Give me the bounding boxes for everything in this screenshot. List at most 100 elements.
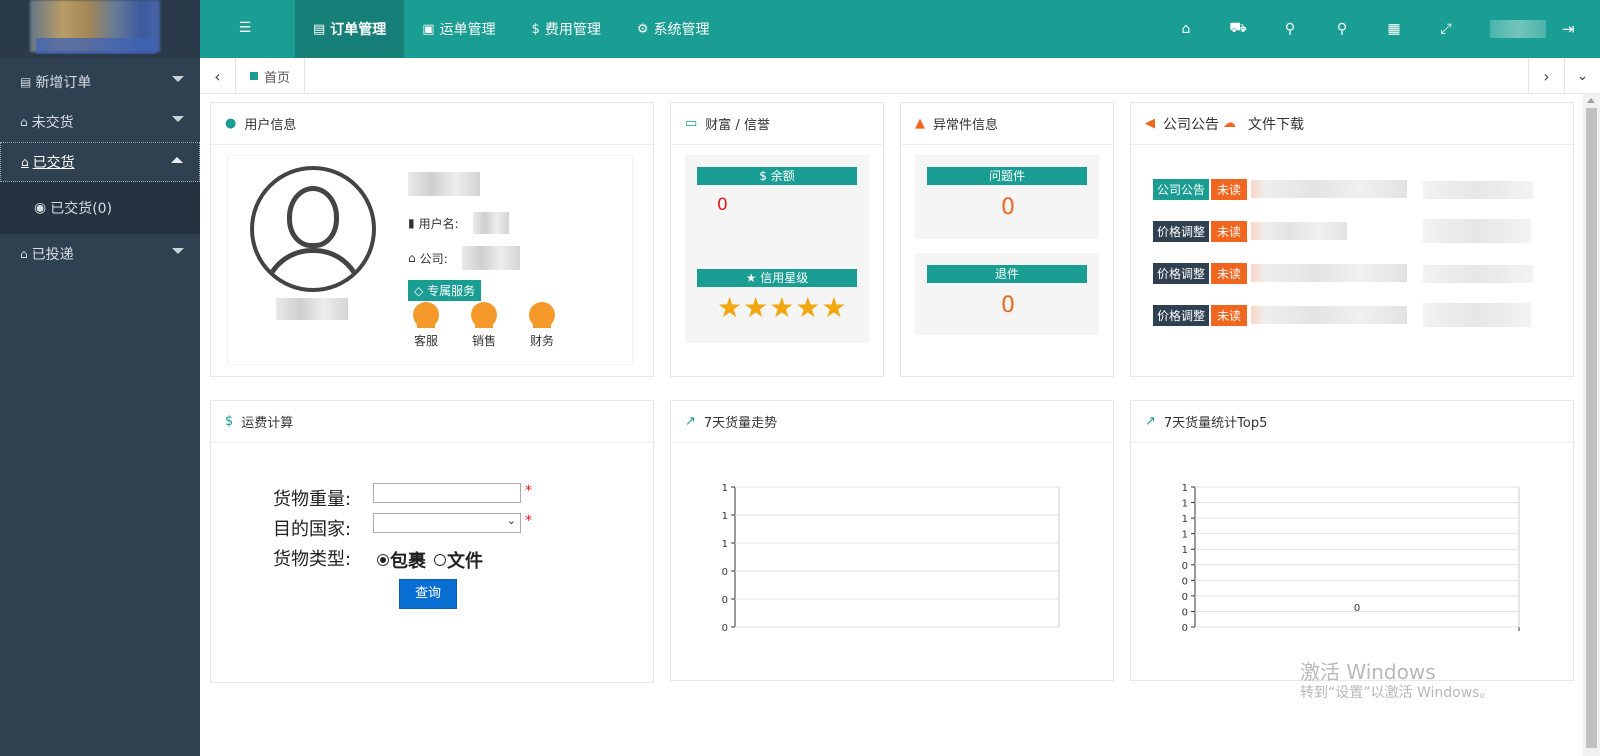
tab-company-notice[interactable]: 公司公告 [1163, 114, 1219, 134]
problem-value[interactable]: 0 [901, 195, 1115, 220]
country-select[interactable]: ⌄ [373, 513, 521, 533]
sidebar-subitem-delivered-count[interactable]: ◉ 已交货(0) [0, 182, 200, 234]
y-tick-label: 0 [722, 567, 728, 578]
document-icon: ▤ [313, 21, 326, 37]
return-value[interactable]: 0 [901, 293, 1115, 318]
top-navbar: ☰ ▤ 订单管理 ▣ 运单管理 $ 费用管理 ⚙ 系统管理 ⌂ ⛟ ⚲ ⚲ ▦ … [200, 0, 1600, 58]
radio-parcel[interactable]: 包裹 [377, 547, 426, 573]
topnav-system-management[interactable]: ⚙ 系统管理 [619, 0, 728, 58]
country-label: 目的国家: [273, 519, 352, 540]
y-tick-label: 0 [1182, 592, 1188, 603]
y-tick-labels: 1 1 1 0 0 0 [722, 483, 735, 634]
notice-date-blurred [1423, 265, 1533, 283]
notice-type-tag: 公司公告 [1153, 178, 1210, 200]
fullscreen-icon[interactable]: ⤢ [1420, 21, 1472, 37]
service-finance[interactable]: 财务 [522, 302, 562, 349]
unread-tag: 未读 [1211, 178, 1248, 200]
panel-header: ▭ 财富 / 信誉 [671, 103, 883, 145]
sidebar-item-posted[interactable]: ⌂ 已投递 [0, 234, 200, 274]
topnav-label: 订单管理 [330, 22, 387, 38]
sidebar-item-label: 未交货 [31, 115, 74, 131]
unread-tag: 未读 [1211, 220, 1248, 242]
return-label: 退件 [927, 265, 1087, 283]
truck-icon[interactable]: ⛟ [1212, 20, 1264, 38]
tab-home[interactable]: 首页 [236, 58, 306, 94]
account-id-blurred [408, 172, 480, 196]
sidebar-item-label: 新增订单 [35, 75, 92, 91]
notice-type-tag: 价格调整 [1153, 262, 1210, 284]
search-icon[interactable]: ⚲ [1264, 21, 1316, 37]
notice-row[interactable]: 公司公告 未读 [1153, 178, 1408, 200]
finance-icon [529, 302, 555, 328]
notice-type-tag: 价格调整 [1153, 304, 1210, 326]
radio-circle [434, 554, 446, 566]
balance-label: $ 余额 [697, 167, 857, 185]
notice-date-blurred [1423, 303, 1531, 327]
home-icon[interactable]: ⌂ [1160, 21, 1212, 37]
user-name-blurred[interactable] [1490, 20, 1546, 38]
tab-scroll-left-icon[interactable]: ‹ [200, 58, 236, 94]
notice-row[interactable]: 价格调整 未读 [1153, 262, 1408, 284]
dollar-icon: $ [225, 414, 234, 429]
notice-row[interactable]: 价格调整 未读 [1153, 220, 1348, 242]
grid-icon[interactable]: ▦ [1368, 21, 1420, 37]
y-tick-label: 1 [1182, 514, 1188, 525]
scrollbar-thumb[interactable] [1586, 108, 1597, 748]
caret-down-icon [172, 248, 184, 254]
caret-down-icon [172, 116, 184, 122]
radio-document[interactable]: 文件 [434, 547, 483, 573]
service-customer[interactable]: 客服 [406, 302, 446, 349]
weight-label: 货物重量: [273, 489, 352, 510]
logout-icon[interactable]: ⇥ [1562, 20, 1575, 38]
topnav-fee-management[interactable]: $ 费用管理 [514, 0, 619, 58]
username-value-blurred [472, 212, 509, 234]
tab-scroll-right-icon[interactable]: › [1528, 58, 1564, 94]
top-nav: ▤ 订单管理 ▣ 运单管理 $ 费用管理 ⚙ 系统管理 [295, 0, 728, 58]
company-label: 公司: [419, 251, 448, 266]
y-tick-label: 1 [722, 539, 728, 550]
notice-type-tag: 价格调整 [1153, 220, 1210, 242]
notice-row[interactable]: 价格调整 未读 [1153, 304, 1408, 326]
panel-header: ● 用户信息 [211, 103, 653, 145]
y-tick-label: 0 [722, 623, 728, 634]
panel-title: 运费计算 [241, 416, 294, 431]
notice-title-blurred [1251, 222, 1348, 240]
money-icon: ▭ [685, 116, 698, 131]
sales-icon [471, 302, 497, 328]
tab-menu-chevron-down-icon[interactable]: ⌄ [1564, 58, 1600, 94]
service-label: 销售 [471, 334, 496, 348]
topnav-order-management[interactable]: ▤ 订单管理 [295, 0, 405, 58]
notice-title-blurred [1251, 306, 1408, 324]
notice-title-blurred [1251, 180, 1408, 198]
required-mark: * [525, 513, 532, 529]
panel-header: $ 运费计算 [211, 401, 653, 443]
trend-chart: 1 1 1 0 0 0 [722, 483, 1060, 634]
query-button[interactable]: 查询 [399, 579, 457, 609]
y-tick-label: 0 [1182, 561, 1188, 572]
topnav-label: 费用管理 [544, 22, 601, 38]
cargo-type-radio-group: 包裹 文件 [377, 547, 483, 573]
sidebar-item-new-order[interactable]: ▤ 新增订单 [0, 62, 200, 102]
line-chart-icon: ↗ [685, 414, 696, 429]
chevron-down-icon: ⌄ [506, 514, 516, 527]
sidebar-item-undelivered[interactable]: ⌂ 未交货 [0, 102, 200, 142]
cargo-type-label: 货物类型: [273, 549, 352, 570]
unread-tag: 未读 [1211, 304, 1248, 326]
scroll-up-arrow-icon[interactable] [1587, 98, 1595, 103]
weight-input[interactable] [373, 483, 521, 503]
line-chart-icon: ↗ [1145, 414, 1156, 429]
panel-title: 财富 / 信誉 [705, 118, 770, 133]
sidebar-item-delivered[interactable]: ⌂ 已交货 [0, 142, 200, 182]
map-marker-icon[interactable]: ⚲ [1316, 21, 1368, 37]
notice-date-blurred [1423, 219, 1531, 243]
y-tick-label: 0 [1182, 623, 1188, 634]
panel-title: 用户信息 [244, 118, 297, 133]
dashboard-icon: ◉ [34, 200, 47, 216]
tab-file-download[interactable]: 文件下载 [1248, 114, 1304, 134]
menu-toggle-icon[interactable]: ☰ [238, 21, 252, 35]
notice-title-blurred [1251, 264, 1408, 282]
service-sales[interactable]: 销售 [464, 302, 504, 349]
address-book-icon: ▣ [422, 21, 435, 37]
topnav-waybill-management[interactable]: ▣ 运单管理 [404, 0, 513, 58]
vertical-scrollbar[interactable] [1583, 94, 1600, 756]
